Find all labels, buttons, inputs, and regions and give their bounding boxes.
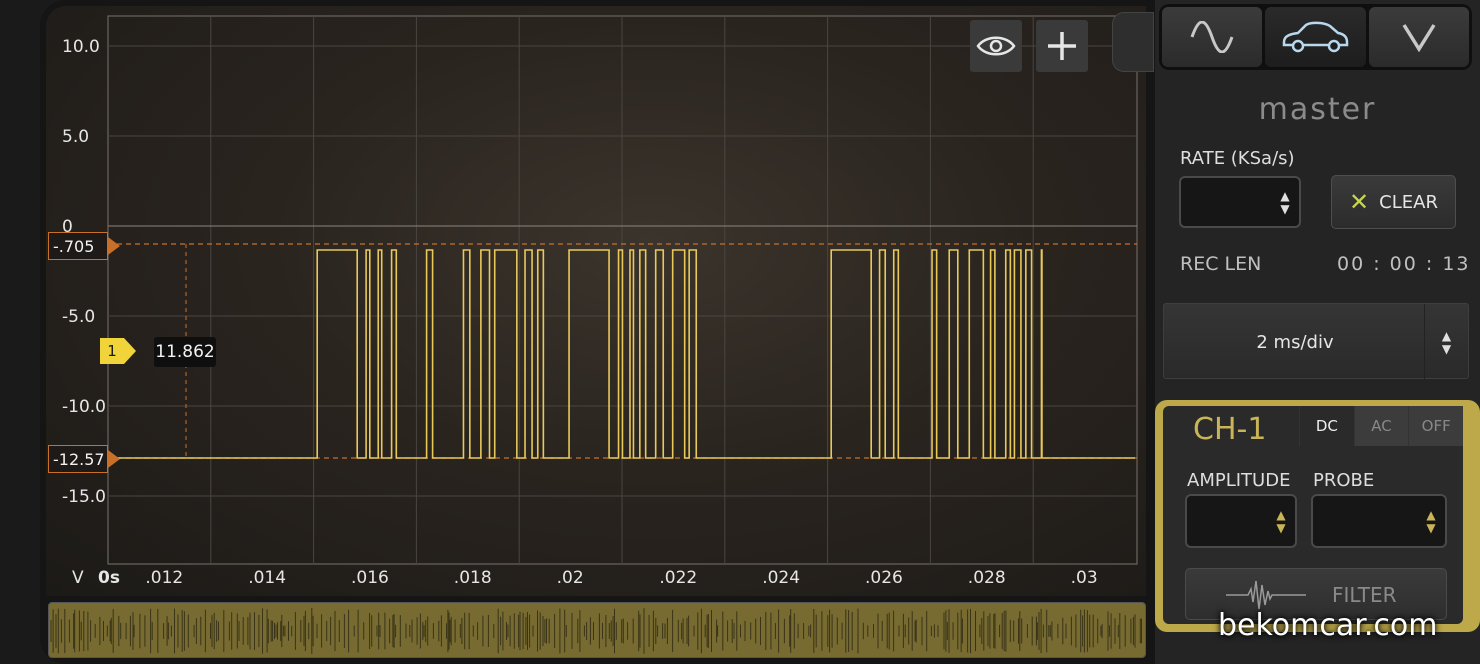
control-panel: master RATE (KSa/s) ▲ ▼ ✕ CLEAR REC LEN 0… <box>1155 0 1480 664</box>
clear-button[interactable]: ✕ CLEAR <box>1331 175 1456 229</box>
eye-icon <box>976 36 1016 56</box>
coupling-dc[interactable]: DC <box>1299 406 1354 446</box>
mode-tab-oscilloscope[interactable] <box>1162 7 1263 67</box>
probe-spinner[interactable]: ▲ ▼ <box>1311 494 1447 548</box>
x-tick-label: .016 <box>351 568 389 588</box>
y-tick-label: -10.0 <box>62 397 106 417</box>
x-tick-label: .02 <box>557 568 584 588</box>
channel-1-marker-tip <box>124 338 136 364</box>
clear-x-icon: ✕ <box>1349 188 1370 216</box>
channel-1-inner: CH-1 DC AC OFF AMPLITUDE PROBE ▲ ▼ ▲ ▼ FIL… <box>1163 406 1464 624</box>
panel-title: master <box>1258 92 1377 127</box>
scope-plot[interactable]: 10.05.00-5.0-10.0-15.0V 0s .012.014.016.0… <box>0 0 1155 664</box>
car-icon <box>1283 21 1349 53</box>
coupling-selector: DC AC OFF <box>1299 406 1464 446</box>
mode-tab-vehicle[interactable] <box>1265 7 1366 67</box>
level-marker-top-tip <box>108 237 120 255</box>
cursor-readout: 11.862 <box>154 337 216 367</box>
watermark-text: bekomcar.com <box>1218 608 1438 643</box>
x-tick-label: .028 <box>968 568 1006 588</box>
level-marker-bottom-value: -12.57 <box>53 449 105 469</box>
filter-label: FILTER <box>1332 583 1397 607</box>
y-tick-label: -5.0 <box>62 307 95 327</box>
channel-title: CH-1 <box>1193 412 1267 447</box>
timebase-arrows-icon[interactable]: ▲ ▼ <box>1424 304 1468 380</box>
mode-tab-voltage[interactable] <box>1368 7 1469 67</box>
x-tick-label: .012 <box>145 568 183 588</box>
level-marker-bottom-tip <box>108 450 120 468</box>
amplitude-spinner[interactable]: ▲ ▼ <box>1185 494 1297 548</box>
mode-selector <box>1159 4 1472 70</box>
rec-len-value: 00 : 00 : 13 <box>1337 253 1471 275</box>
clear-button-label: CLEAR <box>1379 191 1438 213</box>
y-tick-label: 5.0 <box>62 127 89 147</box>
x-tick-label: 0s <box>98 568 120 588</box>
add-button[interactable] <box>1036 20 1088 72</box>
coupling-off[interactable]: OFF <box>1408 406 1464 446</box>
probe-label: PROBE <box>1313 470 1375 491</box>
panel-drag-handle[interactable] <box>1112 12 1154 72</box>
y-tick-label: 10.0 <box>62 37 100 57</box>
chevron-v-icon <box>1402 24 1436 52</box>
signal-trace <box>110 249 1135 459</box>
amplitude-arrows-icon[interactable]: ▲ ▼ <box>1267 496 1295 546</box>
plus-icon <box>1048 32 1076 60</box>
channel-1-marker[interactable]: 1 <box>100 338 124 364</box>
amplitude-label: AMPLITUDE <box>1187 470 1291 491</box>
record-overview-strip[interactable] <box>48 602 1146 658</box>
channel-1-panel: CH-1 DC AC OFF AMPLITUDE PROBE ▲ ▼ ▲ ▼ FIL… <box>1155 400 1480 632</box>
x-tick-label: .03 <box>1071 568 1098 588</box>
x-tick-label: .026 <box>865 568 903 588</box>
y-tick-label: -15.0 <box>62 487 106 507</box>
rec-len-label: REC LEN <box>1180 253 1262 275</box>
probe-arrows-icon[interactable]: ▲ ▼ <box>1417 496 1445 546</box>
rate-arrows-icon[interactable]: ▲ ▼ <box>1271 178 1299 226</box>
level-marker-top[interactable]: -.705 <box>48 232 108 260</box>
level-marker-bottom[interactable]: -12.57 <box>48 445 108 473</box>
timebase-selector[interactable]: 2 ms/div ▲ ▼ <box>1163 303 1469 380</box>
sine-wave-icon <box>1190 21 1234 53</box>
x-tick-label: .022 <box>659 568 697 588</box>
level-marker-top-value: -.705 <box>53 236 95 256</box>
coupling-ac[interactable]: AC <box>1353 406 1409 446</box>
timebase-value: 2 ms/div <box>1256 331 1334 353</box>
eye-button[interactable] <box>970 20 1022 72</box>
x-tick-label: .024 <box>762 568 800 588</box>
rate-spinner[interactable]: ▲ ▼ <box>1179 176 1301 228</box>
y-unit-label: V <box>72 568 84 588</box>
overview-waveform <box>49 603 1145 657</box>
x-tick-label: .018 <box>454 568 492 588</box>
rate-label: RATE (KSa/s) <box>1180 148 1295 169</box>
x-tick-label: .014 <box>248 568 286 588</box>
